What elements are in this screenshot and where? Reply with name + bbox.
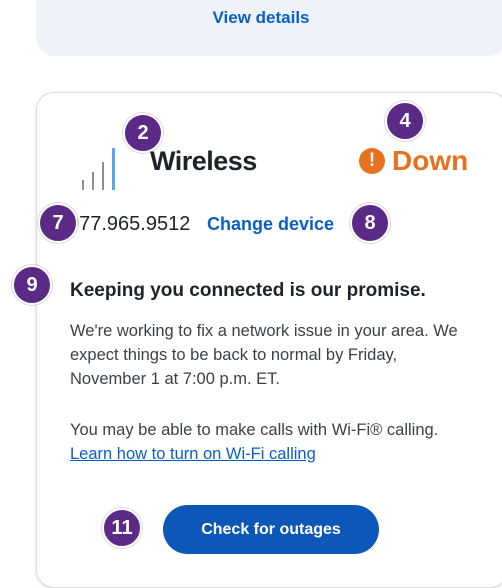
callout-badge: 11: [102, 508, 142, 548]
view-details-link[interactable]: View details: [36, 8, 486, 28]
check-outages-button[interactable]: Check for outages: [163, 505, 379, 554]
signal-bar: [102, 162, 104, 190]
wifi-calling-paragraph: You may be able to make calls with Wi-Fi…: [70, 418, 470, 466]
signal-bar: [82, 180, 84, 190]
signal-bar: [112, 148, 115, 190]
service-name: Wireless: [150, 146, 257, 176]
callout-badge: 2: [123, 113, 163, 153]
wifi-calling-link[interactable]: Learn how to turn on Wi-Fi calling: [70, 445, 316, 463]
wifi-calling-text: You may be able to make calls with Wi-Fi…: [70, 421, 439, 439]
callout-badge: 7: [38, 203, 78, 243]
callout-badge: 4: [385, 101, 425, 141]
callout-badge: 9: [12, 265, 52, 305]
alert-icon: !: [359, 148, 385, 174]
change-device-link[interactable]: Change device: [207, 214, 334, 235]
status-indicator: ! Down: [359, 144, 468, 178]
status-label: Down: [392, 145, 469, 176]
signal-bar: [92, 172, 94, 190]
signal-strength-icon: [82, 138, 132, 190]
callout-badge: 8: [350, 203, 390, 243]
message-heading: Keeping you connected is our promise.: [70, 280, 426, 301]
top-card: View details: [36, 0, 502, 56]
phone-number: 977.965.9512: [68, 213, 191, 235]
message-paragraph: We're working to fix a network issue in …: [70, 322, 458, 388]
